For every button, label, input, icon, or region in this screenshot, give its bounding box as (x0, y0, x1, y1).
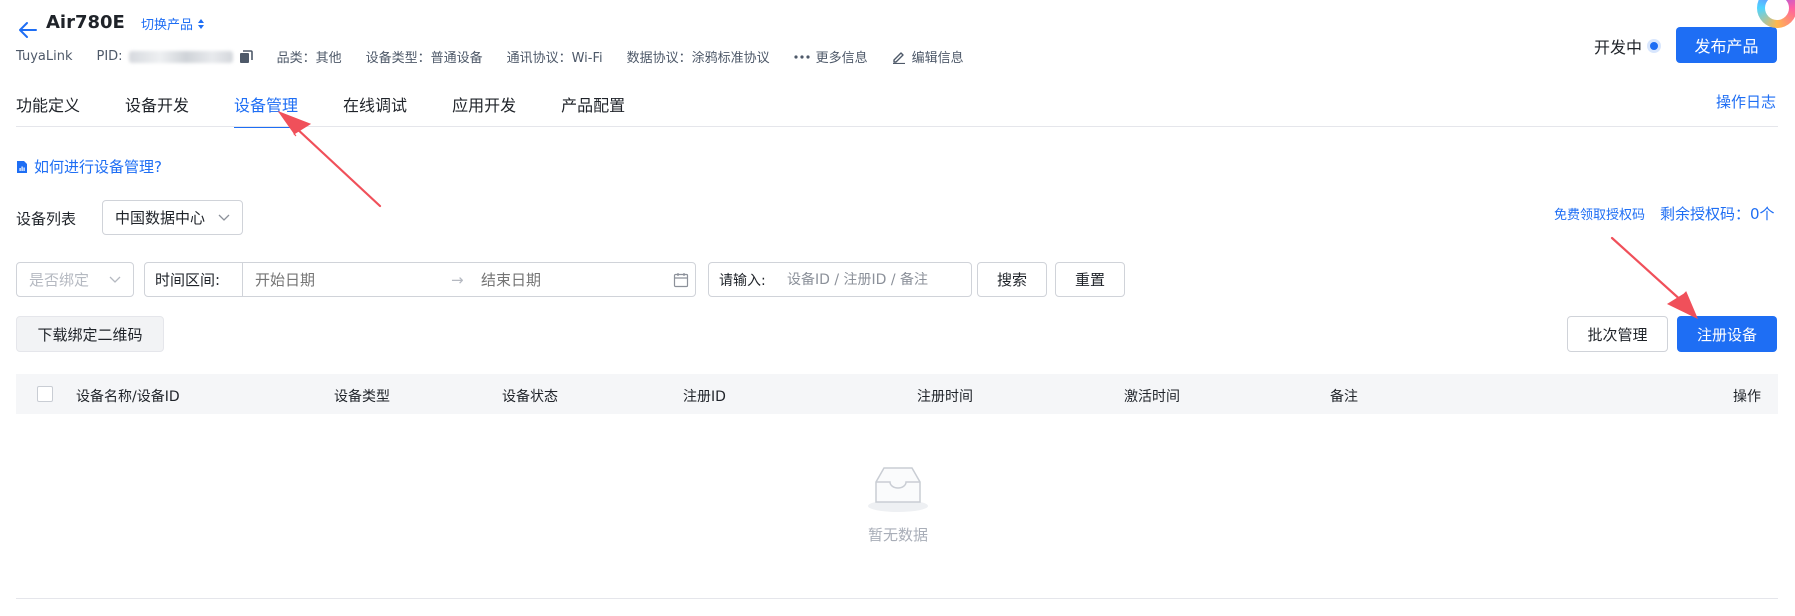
category: 品类：其他 (276, 51, 342, 66)
annotation-arrow-register (1610, 236, 1698, 320)
sort-caret-icon (198, 18, 205, 29)
reset-button[interactable]: 重置 (1055, 262, 1125, 297)
remaining-auth-codes: 剩余授权码：0个 (1660, 205, 1775, 223)
col-operation: 操作 (1733, 389, 1761, 405)
device-table-header: 设备名称/设备ID 设备类型 设备状态 注册ID 注册时间 激活时间 备注 操作 (16, 374, 1778, 414)
tab-device-development[interactable]: 设备开发 (125, 92, 189, 128)
col-activate-time: 激活时间 (1124, 389, 1180, 405)
data-center-select[interactable]: 中国数据中心 (102, 200, 243, 235)
dev-status: 开发中 (1594, 34, 1659, 58)
search-label: 请输入: (719, 272, 766, 289)
data-center-value: 中国数据中心 (115, 209, 206, 227)
help-link[interactable]: 如何进行设备管理? (16, 156, 162, 177)
document-icon (17, 160, 27, 173)
more-info-label: 更多信息 (815, 51, 868, 66)
switch-product-label: 切换产品 (141, 18, 194, 33)
data-protocol: 数据协议：涂鸦标准协议 (626, 51, 770, 66)
edit-info-label: 编辑信息 (911, 51, 964, 66)
batch-manage-button[interactable]: 批次管理 (1567, 316, 1668, 352)
col-device-status: 设备状态 (502, 389, 558, 405)
tab-device-management[interactable]: 设备管理 (234, 92, 299, 128)
publish-product-button[interactable]: 发布产品 (1676, 27, 1777, 63)
operation-log-link[interactable]: 操作日志 (1716, 91, 1776, 112)
tab-app-development[interactable]: 应用开发 (452, 92, 516, 128)
empty-inbox-icon (868, 467, 928, 512)
calendar-icon[interactable] (673, 272, 689, 288)
time-range-picker: 时间区间: → (144, 262, 696, 297)
tab-divider (16, 126, 1778, 127)
bind-status-placeholder: 是否绑定 (29, 271, 90, 289)
assistant-avatar-icon[interactable] (1757, 0, 1795, 28)
search-button[interactable]: 搜索 (977, 262, 1047, 297)
table-bottom-divider (16, 598, 1778, 599)
protocol-type: TuyaLink (16, 49, 73, 64)
col-remark: 备注 (1330, 389, 1358, 405)
edit-info-button[interactable]: 编辑信息 (892, 47, 964, 66)
end-date-input[interactable] (481, 270, 667, 289)
free-auth-code-link[interactable]: 免费领取授权码 (1554, 204, 1645, 223)
bind-status-select[interactable]: 是否绑定 (16, 262, 134, 297)
product-name: Air780E (46, 12, 125, 33)
download-qr-button[interactable]: 下载绑定二维码 (16, 316, 164, 352)
chevron-down-icon (218, 214, 230, 221)
col-device-type: 设备类型 (334, 389, 390, 405)
pid-value-redacted (128, 50, 233, 63)
tab-function-definition[interactable]: 功能定义 (16, 92, 80, 128)
search-field: 请输入: (708, 262, 972, 297)
pid-label: PID: (96, 49, 123, 64)
select-all-checkbox[interactable] (37, 386, 53, 402)
dev-status-label: 开发中 (1594, 38, 1643, 57)
comm-protocol: 通讯协议：Wi-Fi (506, 51, 603, 66)
help-link-label: 如何进行设备管理? (34, 158, 162, 176)
device-list-label: 设备列表 (16, 210, 77, 228)
switch-product-dropdown[interactable]: 切换产品 (141, 14, 205, 33)
col-register-id: 注册ID (683, 389, 726, 405)
range-arrow: → (451, 270, 464, 289)
empty-state-text: 暂无数据 (868, 526, 929, 544)
product-meta-row: TuyaLink PID: 品类：其他 设备类型：普通设备 通讯协议：Wi-Fi… (16, 47, 988, 66)
time-range-label: 时间区间: (145, 263, 243, 296)
tab-product-config[interactable]: 产品配置 (561, 92, 625, 128)
edit-pencil-icon (892, 51, 905, 64)
copy-icon[interactable] (239, 49, 253, 64)
col-device-name: 设备名称/设备ID (76, 389, 180, 405)
register-device-button[interactable]: 注册设备 (1677, 316, 1777, 352)
device-type: 设备类型：普通设备 (365, 51, 483, 66)
tab-online-debug[interactable]: 在线调试 (343, 92, 407, 128)
status-dot-icon (1650, 42, 1659, 50)
more-dots-icon (794, 54, 810, 59)
chevron-down-icon (109, 276, 121, 283)
pid-field: PID: (97, 49, 253, 64)
product-tabs: 功能定义 设备开发 设备管理 在线调试 应用开发 产品配置 (16, 92, 670, 128)
more-info-button[interactable]: 更多信息 (794, 47, 868, 66)
search-input[interactable] (787, 271, 967, 288)
back-arrow-icon[interactable] (16, 18, 40, 42)
start-date-input[interactable] (255, 270, 451, 289)
col-register-time: 注册时间 (917, 389, 973, 405)
